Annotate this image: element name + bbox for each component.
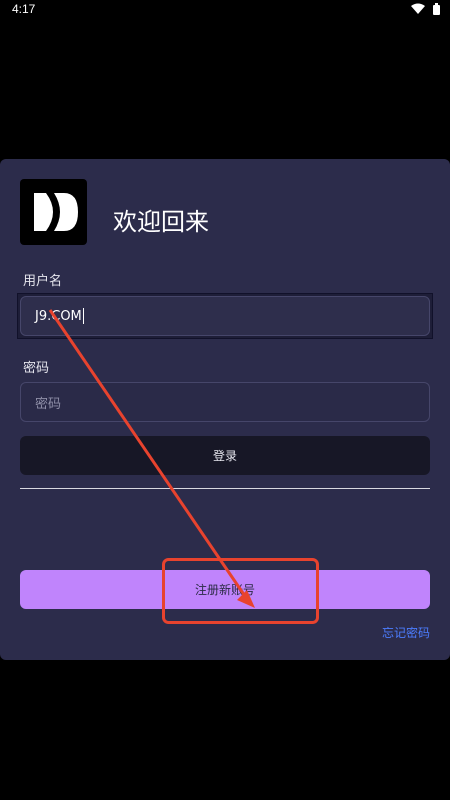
login-card: 欢迎回来 用户名 J9.COM 密码 密码 登录 注册新账号 忘记密码 bbox=[0, 159, 450, 660]
password-label: 密码 bbox=[23, 361, 50, 376]
login-button[interactable]: 登录 bbox=[20, 436, 430, 475]
text-caret bbox=[82, 308, 84, 324]
password-placeholder: 密码 bbox=[35, 396, 62, 412]
battery-icon bbox=[433, 3, 440, 15]
username-input[interactable]: J9.COM bbox=[20, 296, 430, 336]
forgot-password-link[interactable]: 忘记密码 bbox=[382, 624, 430, 641]
password-input[interactable]: 密码 bbox=[20, 382, 430, 422]
divider bbox=[20, 488, 430, 489]
status-bar: 4:17 bbox=[0, 0, 450, 20]
app-logo bbox=[20, 179, 87, 245]
register-button[interactable]: 注册新账号 bbox=[20, 570, 430, 609]
status-time: 4:17 bbox=[12, 2, 36, 16]
welcome-title: 欢迎回来 bbox=[113, 208, 209, 236]
status-icons bbox=[411, 3, 440, 15]
username-value: J9.COM bbox=[35, 308, 82, 324]
username-label: 用户名 bbox=[23, 274, 63, 289]
wifi-icon bbox=[411, 3, 425, 14]
